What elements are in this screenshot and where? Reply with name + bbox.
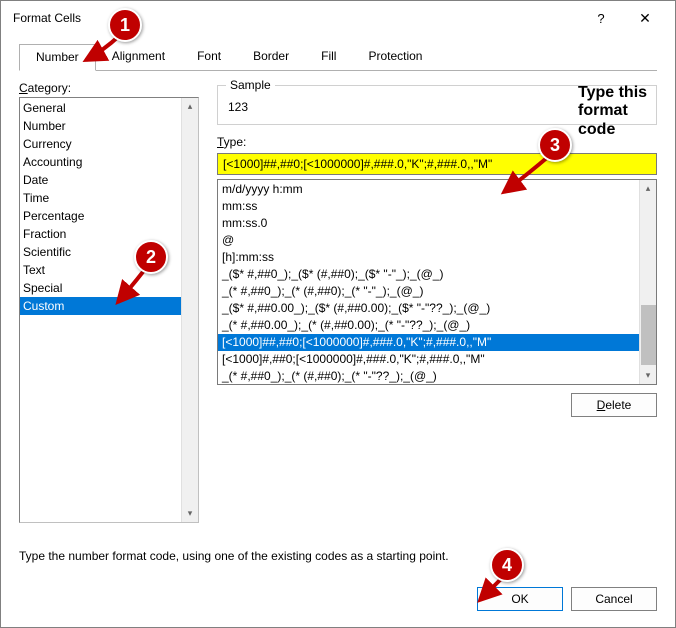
dialog-footer: OK Cancel [1,575,675,627]
category-column: Category: GeneralNumberCurrencyAccountin… [19,81,199,523]
tab-alignment[interactable]: Alignment [96,44,181,71]
scroll-up-icon[interactable]: ▴ [646,180,651,197]
list-item[interactable]: [<1000]##,##0;[<1000000]#,###.0,"K";#,##… [218,334,639,351]
list-item[interactable]: Date [20,171,181,189]
list-item[interactable]: mm:ss.0 [218,215,639,232]
list-item[interactable]: Time [20,189,181,207]
scroll-down-icon[interactable]: ▾ [646,367,651,384]
tabstrip: Number Alignment Font Border Fill Protec… [19,43,657,71]
list-item[interactable]: [h]:mm:ss [218,249,639,266]
tab-number[interactable]: Number [19,44,96,71]
tab-fill[interactable]: Fill [305,44,352,71]
type-input[interactable] [217,153,657,175]
list-item[interactable]: _(* #,##0_);_(* (#,##0);_(* "-"??_);_(@_… [218,368,639,384]
list-item[interactable]: Special [20,279,181,297]
annotation-bubble-2: 2 [134,240,168,274]
list-item[interactable]: [<1000]#,##0;[<1000000]#,###.0,"K";#,###… [218,351,639,368]
list-item[interactable]: m/d/yyyy h:mm [218,181,639,198]
list-item[interactable]: _(* #,##0.00_);_(* (#,##0.00);_(* "-"??_… [218,317,639,334]
scroll-thumb-track[interactable] [640,197,656,367]
cancel-button[interactable]: Cancel [571,587,657,611]
list-item[interactable]: General [20,99,181,117]
list-item[interactable]: _($* #,##0_);_($* (#,##0);_($* "-"_);_(@… [218,266,639,283]
instruction-text: Type the number format code, using one o… [19,549,657,563]
list-item[interactable]: Custom [20,297,181,315]
list-item[interactable]: _($* #,##0.00_);_($* (#,##0.00);_($* "-"… [218,300,639,317]
scroll-up-icon[interactable]: ▴ [188,98,193,115]
scroll-down-icon[interactable]: ▾ [188,505,193,522]
list-item[interactable]: Accounting [20,153,181,171]
delete-button[interactable]: Delete [571,393,657,417]
list-item[interactable]: @ [218,232,639,249]
delete-row: Delete [217,387,657,417]
list-item[interactable]: Percentage [20,207,181,225]
category-listbox-items: GeneralNumberCurrencyAccountingDateTimeP… [20,98,181,522]
scroll-thumb[interactable] [641,305,656,365]
tab-font[interactable]: Font [181,44,237,71]
category-scrollbar[interactable]: ▴ ▾ [181,98,198,522]
dialog-content: Number Alignment Font Border Fill Protec… [1,35,675,575]
type-listbox-items: m/d/yyyy h:mmmm:ssmm:ss.0@[h]:mm:ss_($* … [218,180,639,384]
annotation-bubble-1: 1 [108,8,142,42]
dialog-title: Format Cells [13,11,579,25]
type-listbox[interactable]: m/d/yyyy h:mmmm:ssmm:ss.0@[h]:mm:ss_($* … [217,179,657,385]
help-icon[interactable]: ? [579,3,623,33]
tab-protection[interactable]: Protection [352,44,438,71]
list-item[interactable]: _(* #,##0_);_(* (#,##0);_(* "-"_);_(@_) [218,283,639,300]
annotation-bubble-3: 3 [538,128,572,162]
type-scrollbar[interactable]: ▴ ▾ [639,180,656,384]
list-item[interactable]: mm:ss [218,198,639,215]
ok-button[interactable]: OK [477,587,563,611]
category-listbox[interactable]: GeneralNumberCurrencyAccountingDateTimeP… [19,97,199,523]
format-cells-dialog: Format Cells ? ✕ Number Alignment Font B… [0,0,676,628]
tab-border[interactable]: Border [237,44,305,71]
annotation-text: Type this format code [578,84,647,139]
right-column: Sample 123 Type: m/d/yyyy h:mmmm:ssmm:ss… [217,81,657,523]
annotation-bubble-4: 4 [490,548,524,582]
category-label: Category: [19,81,199,95]
close-icon[interactable]: ✕ [623,3,667,33]
list-item[interactable]: Currency [20,135,181,153]
titlebar: Format Cells ? ✕ [1,1,675,35]
sample-label: Sample [226,78,275,92]
list-item[interactable]: Number [20,117,181,135]
